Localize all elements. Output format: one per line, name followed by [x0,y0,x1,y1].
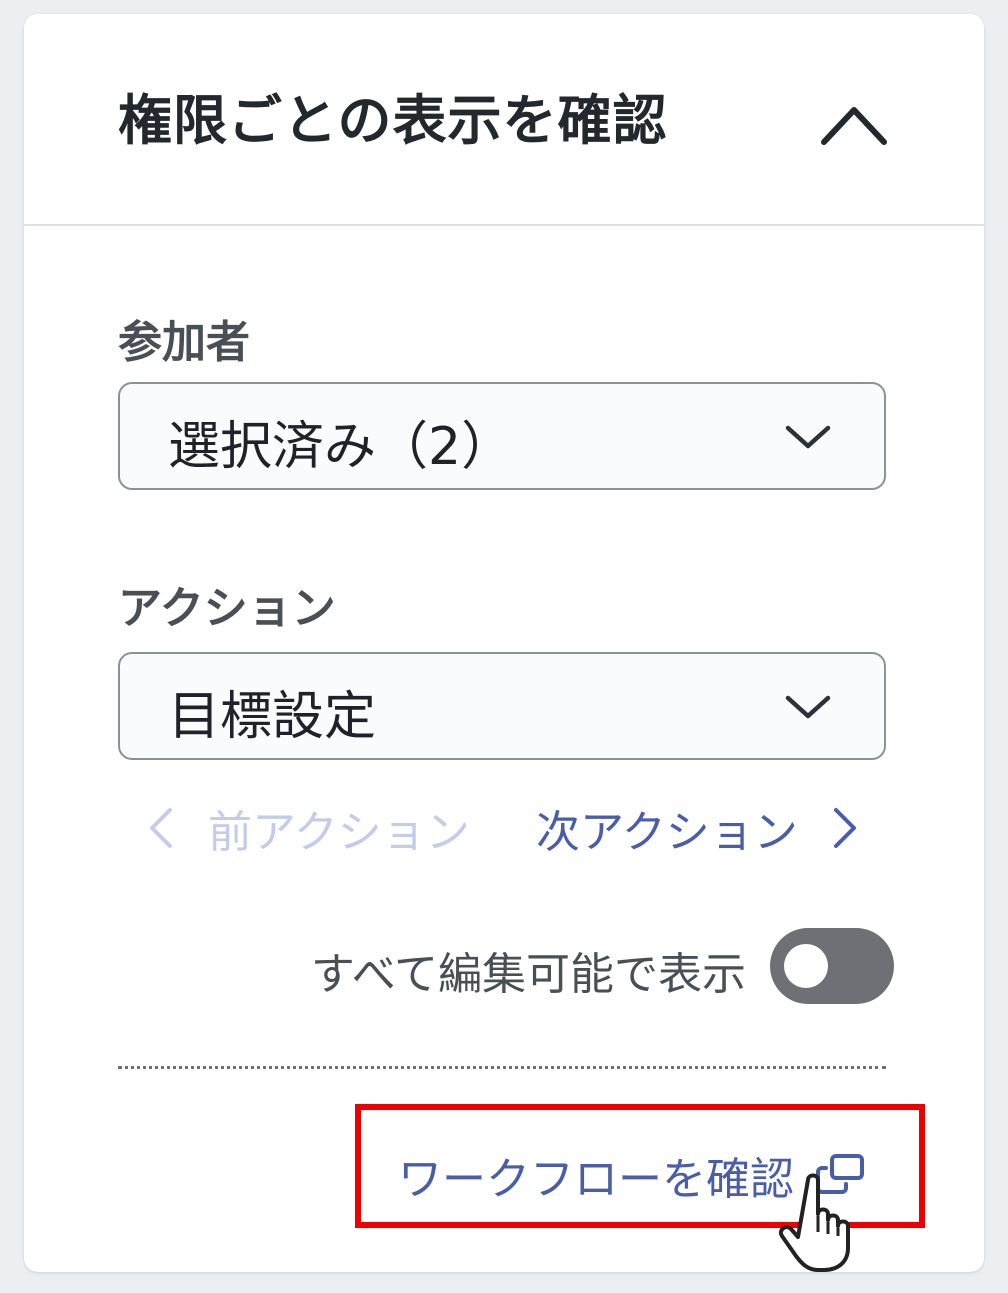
previous-action-link[interactable]: 前アクション [144,798,470,858]
action-select-value: 目標設定 [168,687,377,747]
permission-view-panel: 権限ごとの表示を確認 参加者 選択済み（2） アクション 目標設定 前アクション… [24,14,984,1272]
edit-all-toggle-row: すべて編集可能で表示 [274,928,894,1008]
chevron-left-icon [150,808,172,848]
next-action-link[interactable]: 次アクション [536,798,862,858]
participants-label: 参加者 [118,317,250,368]
toggle-knob [784,944,828,988]
action-navigation: 前アクション 次アクション [144,798,904,858]
edit-all-toggle[interactable] [770,928,894,1004]
participants-select-value: 選択済み（2） [168,417,514,477]
chevron-down-icon [785,695,831,719]
view-workflow-link[interactable]: ワークフローを確認 [398,1140,870,1210]
dotted-divider [118,1066,886,1069]
view-workflow-label: ワークフローを確認 [398,1154,794,1205]
chevron-right-icon [833,808,856,848]
chevron-down-icon [785,425,831,449]
next-action-label: 次アクション [536,807,798,858]
collapse-button[interactable] [814,84,894,154]
participants-select[interactable]: 選択済み（2） [118,382,886,490]
chevron-up-icon [821,107,887,145]
panel-header[interactable]: 権限ごとの表示を確認 [24,14,984,226]
external-link-icon [816,1154,864,1194]
action-select[interactable]: 目標設定 [118,652,886,760]
action-label: アクション [118,583,336,634]
previous-action-label: 前アクション [208,807,470,858]
panel-title: 権限ごとの表示を確認 [118,89,668,152]
edit-all-toggle-label: すべて編集可能で表示 [310,949,746,1000]
